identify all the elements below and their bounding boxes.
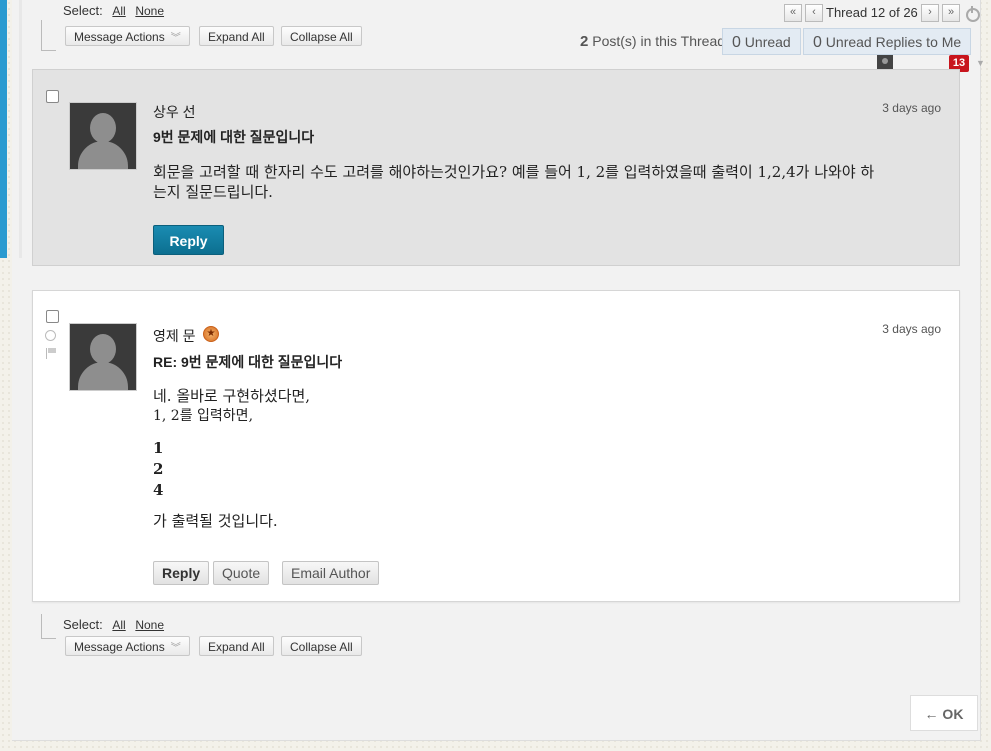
power-icon[interactable] bbox=[966, 6, 980, 22]
select-row-bottom: Select: All None bbox=[63, 617, 164, 632]
thread-position: Thread 12 of 26 bbox=[826, 5, 918, 20]
avatar-head bbox=[90, 334, 116, 364]
avatar-body bbox=[78, 141, 128, 169]
post-body-line: 는지 질문드립니다. bbox=[153, 183, 273, 201]
unread-replies-pill[interactable]: 0 Unread Replies to Me bbox=[803, 28, 972, 55]
medal-icon: ★ bbox=[203, 326, 219, 342]
quote-button[interactable]: Quote bbox=[213, 561, 270, 585]
collapse-all-button[interactable]: Collapse All bbox=[281, 26, 362, 46]
bracket-connector bbox=[41, 614, 56, 639]
avatar-head bbox=[90, 113, 116, 143]
left-accent-bar bbox=[0, 0, 7, 258]
first-thread-button[interactable]: « bbox=[784, 4, 802, 22]
left-accent-inner bbox=[19, 0, 22, 258]
select-row-top: Select: All None bbox=[63, 3, 164, 18]
chevron-down-icon: ︾ bbox=[170, 33, 181, 44]
posts-count-label: Post(s) in this Thread bbox=[592, 33, 726, 49]
post-body-line: 4 bbox=[153, 481, 164, 499]
unread-replies-label: Unread Replies to Me bbox=[825, 34, 962, 50]
collapse-all-button[interactable]: Collapse All bbox=[281, 636, 362, 656]
caret-down-icon[interactable]: ▼ bbox=[976, 58, 985, 68]
post-select-checkbox[interactable] bbox=[46, 310, 59, 323]
post-body: 네. 올바로 구현하셨다면, 1, 2를 입력하면, 1 2 4 가 출력될 것… bbox=[153, 386, 310, 531]
author-avatar bbox=[69, 102, 137, 170]
post-item: 상우 선 9번 문제에 대한 질문입니다 3 days ago 회문을 고려할 … bbox=[32, 69, 960, 266]
post-body-line: 2 bbox=[153, 460, 164, 478]
message-actions-label: Message Actions bbox=[74, 30, 165, 44]
post-body: 회문을 고려할 때 한자리 수도 고려를 해야하는것인가요? 예를 들어 1, … bbox=[153, 162, 874, 202]
message-actions-label: Message Actions bbox=[74, 640, 165, 654]
select-label: Select: bbox=[63, 3, 103, 18]
select-all-link[interactable]: All bbox=[112, 618, 125, 632]
post-subject: RE: 9번 문제에 대한 질문입니다 bbox=[153, 354, 343, 370]
post-time: 3 days ago bbox=[882, 322, 941, 336]
expand-all-button[interactable]: Expand All bbox=[199, 636, 274, 656]
posts-count: 2 Post(s) in this Thread bbox=[580, 33, 725, 50]
message-actions-button[interactable]: Message Actions ︾ bbox=[65, 26, 190, 46]
select-label: Select: bbox=[63, 617, 103, 632]
author-avatar bbox=[69, 323, 137, 391]
ok-button[interactable]: ← OK bbox=[910, 695, 978, 731]
reply-button[interactable]: Reply bbox=[153, 225, 224, 255]
bracket-connector bbox=[41, 20, 56, 51]
flag-icon[interactable] bbox=[46, 348, 57, 359]
select-none-link[interactable]: None bbox=[135, 618, 164, 632]
post-author[interactable]: 상우 선 bbox=[153, 102, 196, 122]
post-author[interactable]: 영제 문 bbox=[153, 326, 196, 346]
unread-replies-count: 0 bbox=[813, 34, 822, 51]
post-body-line: 1, 2를 입력하면, bbox=[153, 408, 254, 424]
post-item: 영제 문 ★ RE: 9번 문제에 대한 질문입니다 3 days ago 네.… bbox=[32, 290, 960, 602]
expand-all-button[interactable]: Expand All bbox=[199, 26, 274, 46]
avatar-body bbox=[78, 362, 128, 390]
unread-label: Unread bbox=[744, 34, 791, 50]
unread-pill[interactable]: 0 Unread bbox=[722, 28, 801, 55]
select-none-link[interactable]: None bbox=[135, 4, 164, 18]
chevron-down-icon: ︾ bbox=[170, 643, 181, 654]
post-select-checkbox[interactable] bbox=[46, 90, 59, 103]
last-thread-button[interactable]: » bbox=[942, 4, 960, 22]
email-author-button[interactable]: Email Author bbox=[282, 561, 380, 585]
posts-count-number: 2 bbox=[580, 33, 589, 50]
circle-icon[interactable] bbox=[45, 330, 56, 341]
post-body-line: 1 bbox=[153, 439, 164, 457]
post-body-line: 회문을 고려할 때 한자리 수도 고려를 해야하는것인가요? 예를 들어 1, … bbox=[153, 163, 875, 181]
post-body-line: 네. 올바로 구현하셨다면, bbox=[153, 387, 311, 405]
message-actions-button[interactable]: Message Actions ︾ bbox=[65, 636, 190, 656]
post-subject: 9번 문제에 대한 질문입니다 bbox=[153, 129, 315, 145]
unread-count: 0 bbox=[732, 34, 741, 51]
select-all-link[interactable]: All bbox=[112, 4, 125, 18]
reply-button[interactable]: Reply bbox=[153, 561, 210, 585]
post-time: 3 days ago bbox=[882, 101, 941, 115]
prev-thread-button[interactable]: ‹ bbox=[805, 4, 823, 22]
post-body-line: 가 출력될 것입니다. bbox=[153, 512, 278, 530]
next-thread-button[interactable]: › bbox=[921, 4, 939, 22]
